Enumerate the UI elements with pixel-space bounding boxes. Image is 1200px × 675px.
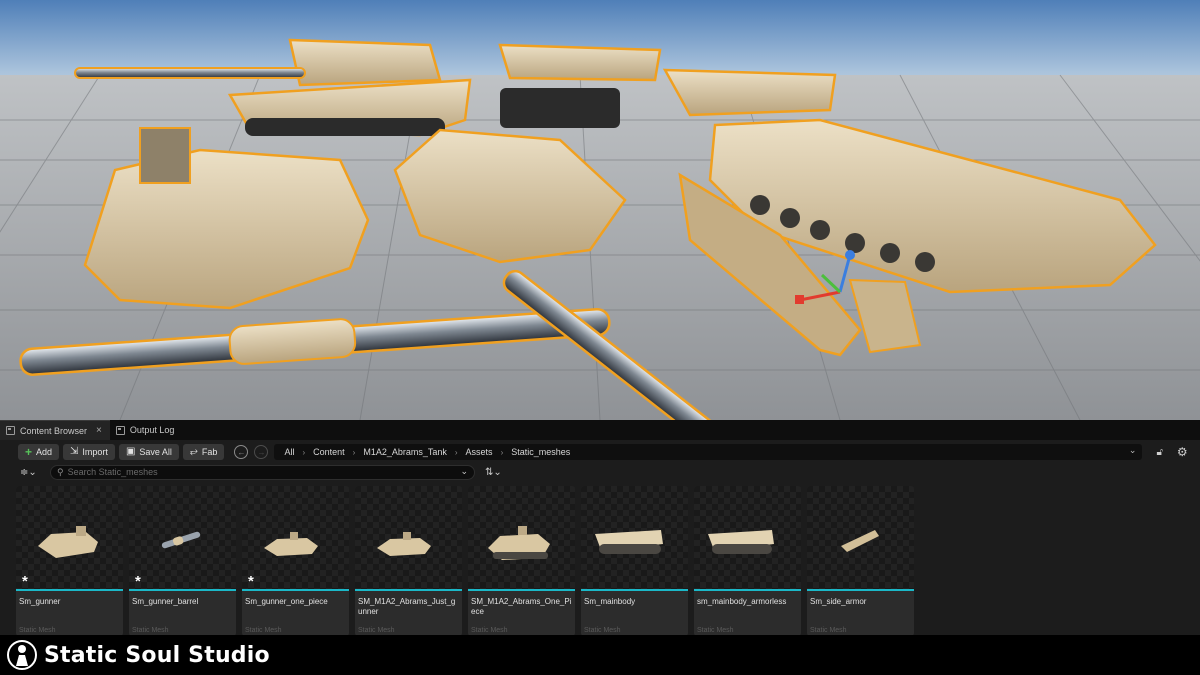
asset-thumbnail — [581, 486, 688, 589]
content-browser-panel: + Add ⇲ Import ▣ Save All ⥂ Fab ← → All … — [0, 440, 1200, 636]
level-viewport[interactable] — [0, 0, 1200, 420]
asset-name: SM_M1A2_Abrams_Just_gunner — [358, 597, 456, 616]
sort-icon[interactable]: ⇅⌄ — [485, 467, 502, 478]
asset-thumbnail — [129, 486, 236, 589]
asset-thumbnail — [468, 486, 575, 589]
asset-tile[interactable]: * Sm_gunner_one_piece Static Mesh — [242, 486, 349, 636]
asset-type-bar — [807, 589, 914, 591]
chevron-right-icon: › — [352, 447, 356, 457]
asset-type: Static Mesh — [245, 627, 282, 634]
asset-thumbnail — [694, 486, 801, 589]
chevron-right-icon: › — [454, 447, 458, 457]
asset-tile[interactable]: SM_M1A2_Abrams_One_Piece Static Mesh — [468, 486, 575, 636]
breadcrumb-item[interactable]: M1A2_Abrams_Tank — [363, 447, 447, 457]
asset-type: Static Mesh — [471, 627, 508, 634]
save-all-button[interactable]: ▣ Save All — [118, 444, 179, 460]
asset-type: Static Mesh — [19, 627, 56, 634]
modified-indicator: * — [22, 573, 28, 590]
asset-type-bar — [355, 589, 462, 591]
import-icon: ⇲ — [70, 446, 79, 457]
asset-tile[interactable]: * Sm_gunner Static Mesh — [16, 486, 123, 636]
asset-tile[interactable]: * Sm_gunner_barrel Static Mesh — [129, 486, 236, 636]
asset-thumbnail — [807, 486, 914, 589]
asset-type-bar — [129, 589, 236, 591]
breadcrumb-item[interactable]: All — [284, 447, 294, 457]
tab-output-log[interactable]: Output Log — [110, 420, 183, 440]
add-label: Add — [36, 447, 53, 457]
save-all-label: Save All — [139, 447, 172, 457]
asset-name: Sm_mainbody — [584, 597, 636, 606]
chevron-down-icon[interactable]: ⌄ — [460, 466, 468, 477]
search-placeholder: Search Static_meshes — [67, 467, 158, 477]
search-row: ≑⌄ ⚲ Search Static_meshes ⌄ ⇅⌄ — [0, 463, 1200, 481]
tab-content-browser[interactable]: Content Browser × — [0, 420, 110, 440]
search-input[interactable]: ⚲ Search Static_meshes ⌄ — [50, 464, 475, 480]
fab-icon: ⥂ — [189, 446, 198, 457]
asset-type: Static Mesh — [132, 627, 169, 634]
output-log-icon — [115, 425, 125, 435]
panel-tab-bar: Content Browser × Output Log — [0, 420, 1200, 440]
close-icon[interactable]: × — [96, 425, 102, 436]
plus-icon: + — [25, 445, 33, 459]
chevron-down-icon[interactable]: ⌄ — [1129, 445, 1137, 456]
import-label: Import — [82, 447, 108, 457]
content-browser-icon — [6, 426, 15, 435]
chevron-right-icon: › — [302, 447, 306, 457]
asset-name: SM_M1A2_Abrams_One_Piece — [471, 597, 572, 616]
fab-label: Fab — [201, 447, 218, 457]
asset-tile[interactable]: sm_mainbody_armorless Static Mesh — [694, 486, 801, 636]
add-button[interactable]: + Add — [18, 444, 60, 460]
tab-label: Content Browser — [20, 425, 88, 436]
history-back-icon[interactable]: ← — [234, 445, 249, 459]
asset-type-bar — [694, 589, 801, 591]
asset-name: Sm_gunner_barrel — [132, 597, 199, 606]
gear-icon[interactable]: ⚙ — [1177, 445, 1188, 459]
studio-name: Static Soul Studio — [44, 642, 270, 668]
tab-label: Output Log — [129, 425, 175, 435]
asset-tile[interactable]: Sm_side_armor Static Mesh — [807, 486, 914, 636]
asset-type: Static Mesh — [810, 627, 847, 634]
asset-type-bar — [242, 589, 349, 591]
modified-indicator: * — [248, 573, 254, 590]
breadcrumb[interactable]: All › Content › M1A2_Abrams_Tank › Asset… — [274, 444, 1143, 460]
asset-thumbnail — [242, 486, 349, 589]
asset-tile[interactable]: SM_M1A2_Abrams_Just_gunner Static Mesh — [355, 486, 462, 636]
chevron-right-icon: › — [500, 447, 504, 457]
save-icon: ▣ — [125, 446, 136, 457]
asset-type: Static Mesh — [358, 627, 395, 634]
asset-type: Static Mesh — [697, 627, 734, 634]
asset-tile[interactable]: Sm_mainbody Static Mesh — [581, 486, 688, 636]
content-browser-toolbar: + Add ⇲ Import ▣ Save All ⥂ Fab ← → All … — [0, 440, 1200, 464]
filter-icon[interactable]: ≑⌄ — [20, 467, 42, 478]
asset-thumbnail — [16, 486, 123, 589]
asset-name: Sm_side_armor — [810, 597, 867, 606]
viewport-scene — [0, 0, 1200, 420]
branding-footer: Static Soul Studio — [0, 635, 1200, 675]
history-forward-icon[interactable]: → — [254, 445, 269, 459]
asset-type-bar — [581, 589, 688, 591]
search-icon: ⚲ — [57, 466, 64, 477]
modified-indicator: * — [135, 573, 141, 590]
fab-button[interactable]: ⥂ Fab — [182, 444, 225, 460]
asset-type-bar — [16, 589, 123, 591]
asset-name: Sm_gunner — [19, 597, 61, 606]
breadcrumb-item[interactable]: Assets — [466, 447, 493, 457]
breadcrumb-item[interactable]: Content — [313, 447, 345, 457]
import-button[interactable]: ⇲ Import — [63, 444, 115, 460]
asset-thumbnail — [355, 486, 462, 589]
breadcrumb-item[interactable]: Static_meshes — [511, 447, 570, 457]
studio-logo-icon — [7, 640, 37, 670]
asset-name: sm_mainbody_armorless — [697, 597, 787, 606]
asset-type: Static Mesh — [584, 627, 621, 634]
asset-type-bar — [468, 589, 575, 591]
asset-name: Sm_gunner_one_piece — [245, 597, 328, 606]
lock-icon[interactable]: 🔓︎ — [1156, 447, 1162, 458]
